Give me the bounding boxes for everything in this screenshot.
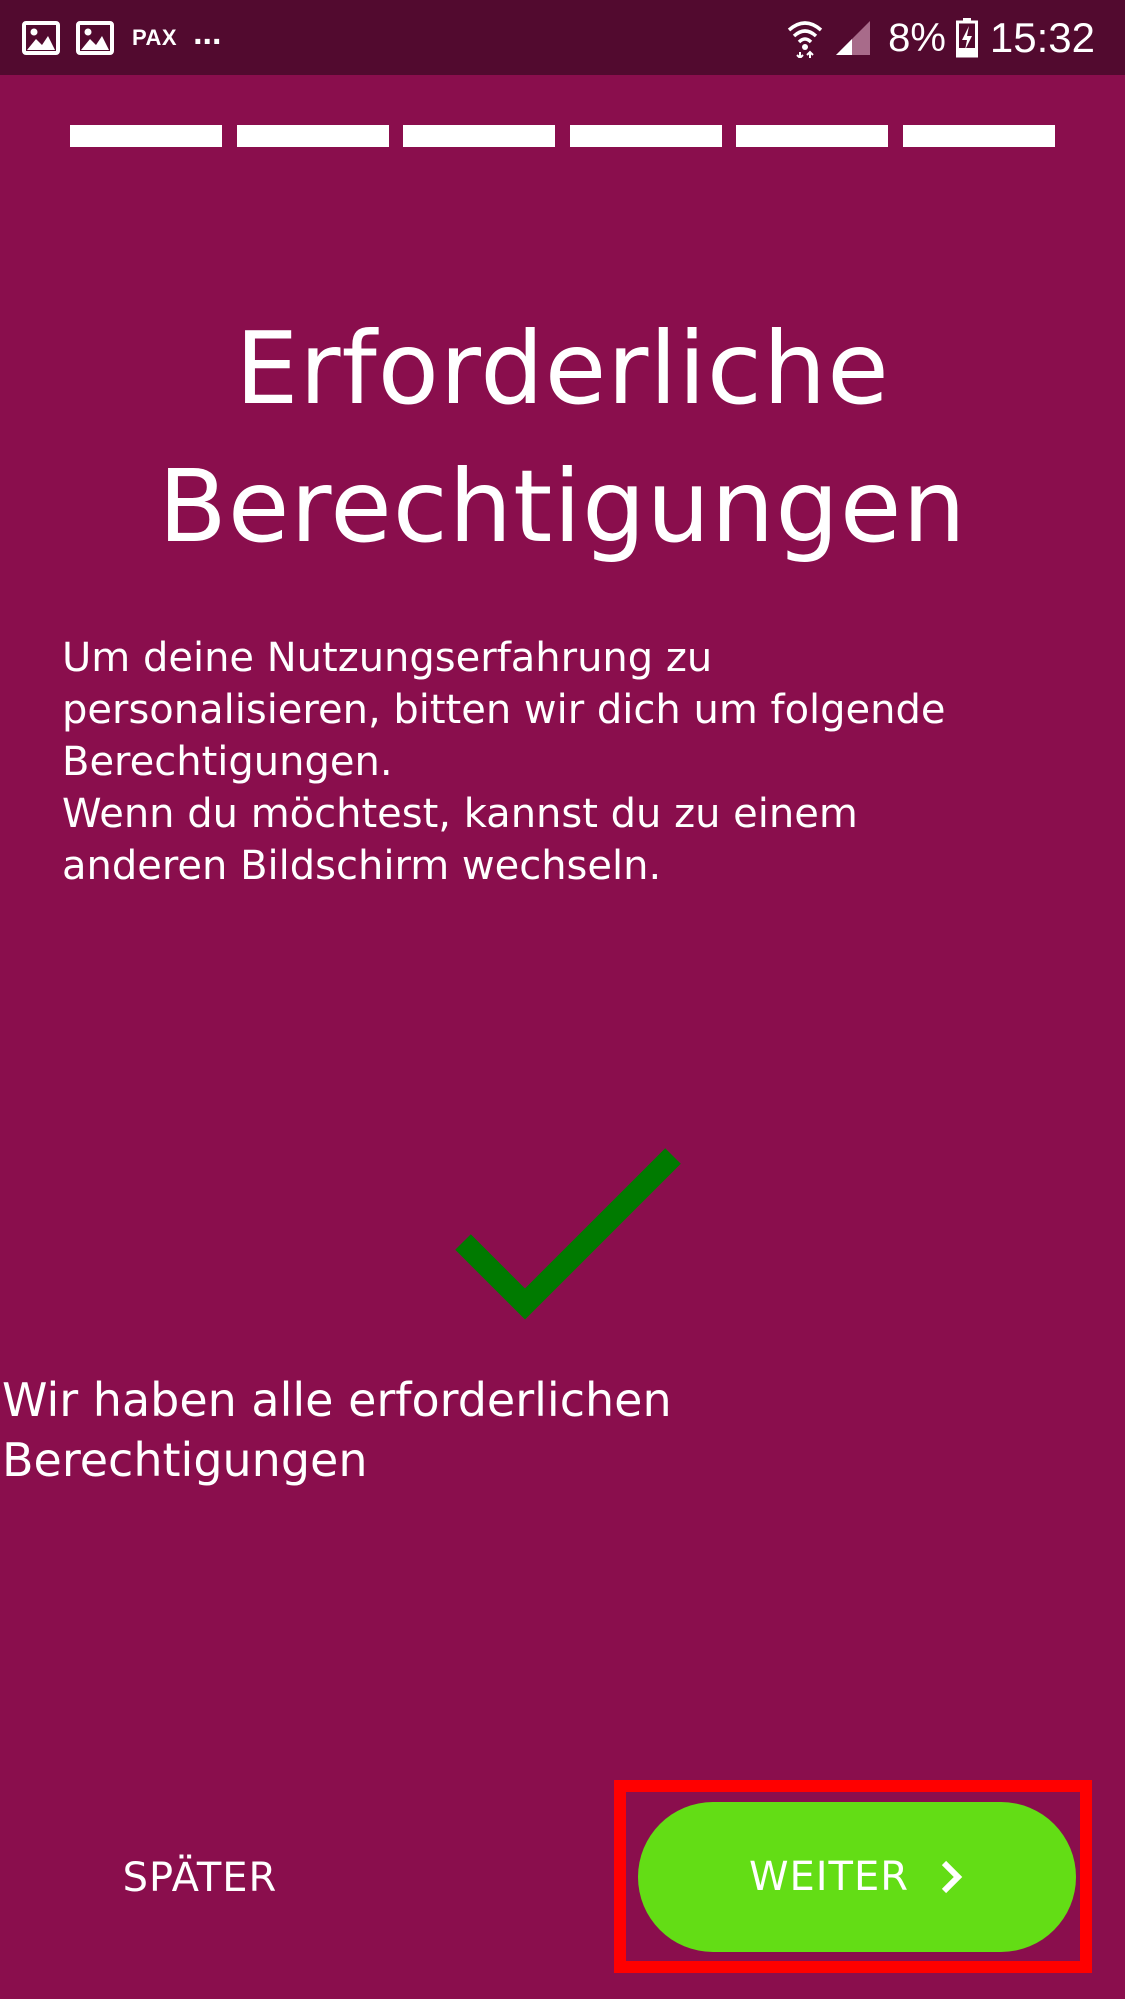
onboarding-progress: [70, 125, 1055, 147]
image-icon: [76, 21, 114, 55]
description-line: Berechtigungen.: [62, 739, 393, 785]
description-line: personalisieren, bitten wir dich um folg…: [62, 687, 946, 733]
checkmark-icon: [455, 1148, 681, 1320]
progress-step: [403, 125, 556, 147]
status-bar-right: 8% 15:32: [786, 12, 1095, 64]
progress-step: [70, 125, 222, 147]
later-button[interactable]: SPÄTER: [100, 1848, 300, 1908]
battery-charging-icon: [955, 18, 978, 58]
description-line: Um deine Nutzungserfahrung zu: [62, 635, 713, 681]
page-title: Erforderliche Berechtigungen: [0, 300, 1125, 576]
notification-overflow: ...: [193, 14, 222, 52]
next-button[interactable]: WEITER: [638, 1802, 1076, 1952]
chevron-right-icon: [941, 1860, 963, 1894]
progress-step: [736, 125, 889, 147]
status-line: Berechtigungen: [2, 1433, 368, 1487]
status-bar-left: PAX ...: [22, 16, 221, 60]
image-icon: [22, 21, 60, 55]
description-line: anderen Bildschirm wechseln.: [62, 843, 662, 889]
next-button-label: WEITER: [748, 1854, 910, 1900]
carrier-label: PAX: [132, 25, 178, 50]
page-title-line: Erforderliche: [235, 310, 890, 427]
wifi-icon: [787, 21, 823, 58]
progress-step: [569, 125, 722, 147]
progress-step: [902, 125, 1055, 147]
permissions-status: Wir haben alle erforderlichen Berechtigu…: [2, 1370, 902, 1490]
signal-icon: [836, 21, 871, 55]
progress-step: [236, 125, 389, 147]
permissions-screen: PAX ... 8% 15:32 Erforderliche Berechtig…: [0, 0, 1125, 1999]
page-title-line: Berechtigungen: [158, 448, 967, 565]
permissions-description: Um deine Nutzungserfahrung zu personalis…: [62, 632, 1062, 892]
clock: 15:32: [989, 14, 1095, 61]
status-bar: PAX ... 8% 15:32: [0, 0, 1125, 75]
status-line: Wir haben alle erforderlichen: [2, 1373, 672, 1427]
battery-percent: 8%: [888, 15, 946, 60]
description-line: Wenn du möchtest, kannst du zu einem: [62, 791, 858, 837]
